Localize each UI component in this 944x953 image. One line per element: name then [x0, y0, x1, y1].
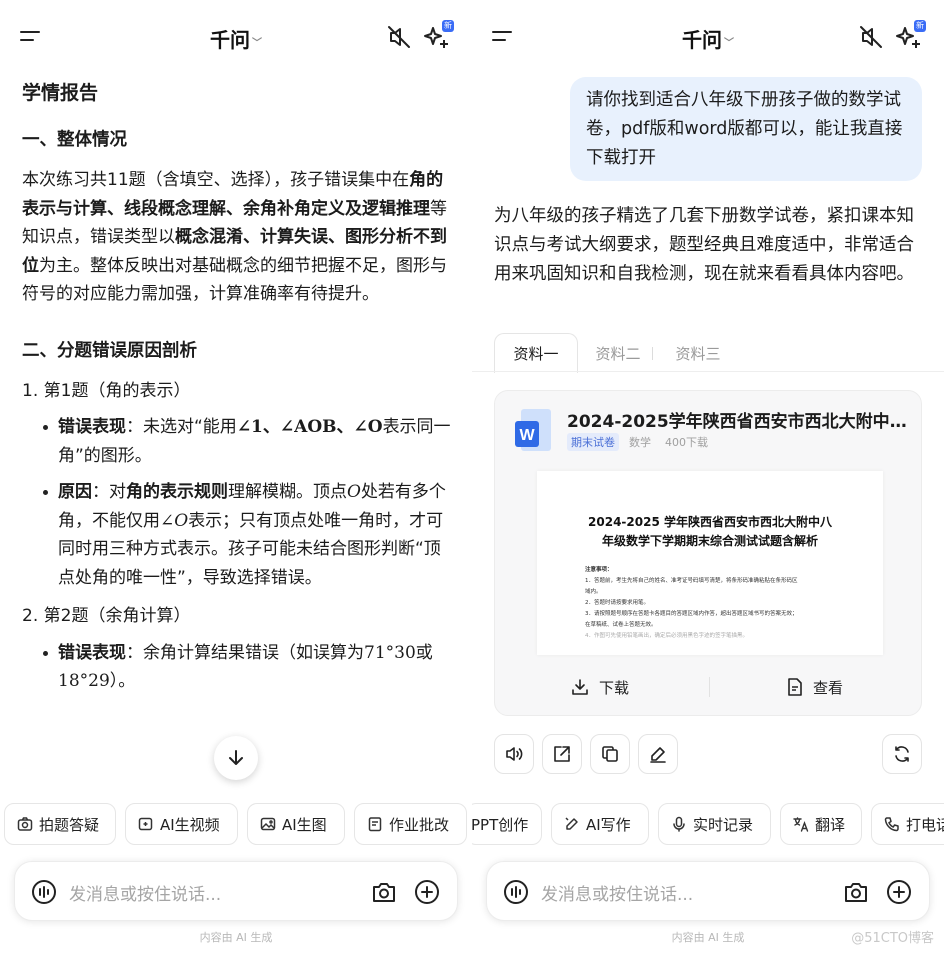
message-input[interactable]: 发消息或按住说话... — [541, 880, 693, 905]
list-item: 错误表现：未选对“能用∠1、∠AOB、∠O表示同一角”的图形。 — [40, 413, 452, 470]
ai-disclaimer: 内容由 AI 生成 — [199, 931, 273, 944]
quick-actions: 拍题答疑 AI生视频 AI生图 作业批改 — [0, 803, 472, 845]
preview-line: 2．答题时请按要求用笔。 — [585, 600, 650, 606]
camera-icon[interactable] — [371, 879, 397, 905]
document-meta: 期末试卷 数学 400下载 — [567, 433, 722, 451]
document-icon — [788, 678, 802, 696]
top-bar: 千问 ﹀ 新 — [472, 0, 944, 72]
list-item: 原因：对角的表示规则理解模糊。顶点O处若有多个角，不能仅用∠O表示；只有顶点处唯… — [40, 478, 452, 592]
chevron-down-icon: ﹀ — [724, 38, 734, 49]
question-title: 2. 第2题（余角计算） — [22, 606, 191, 626]
chip-realtime-record[interactable]: 实时记录 — [658, 803, 771, 845]
preview-line: 域内。 — [585, 589, 602, 595]
word-file-icon: W — [515, 409, 551, 451]
document-preview[interactable]: 2024-2025 学年陕西省西安市西北大附中八 年级数学下学期期末综合测试试题… — [537, 471, 883, 655]
camera-icon — [17, 817, 33, 831]
tab-resource-1[interactable]: 资料一 — [494, 333, 578, 373]
microphone-icon — [673, 816, 685, 832]
phone-icon — [884, 817, 899, 832]
new-chat-icon[interactable]: 新 — [422, 20, 454, 52]
left-screen: 千问 ﹀ 新 学情报告 一、整体情况 本次练习共11题（含填空、选择），孩子错误集… — [0, 0, 472, 953]
chip-phone-call[interactable]: 打电话 — [871, 803, 944, 845]
quick-actions: PPT创作 AI写作 实时记录 翻译 打电话 — [472, 803, 944, 845]
chip-ai-writing[interactable]: AI写作 — [551, 803, 649, 845]
chip-ai-image[interactable]: AI生图 — [247, 803, 345, 845]
list-item: 错误表现：余角计算结果错误（如误算为71°30或18°29）。 — [40, 639, 452, 696]
pencil-icon — [650, 747, 666, 763]
question-title: 1. 第1题（角的表示） — [22, 380, 191, 401]
chevron-down-icon: ﹀ — [252, 38, 262, 49]
section-heading: 二、分题错误原因剖析 — [22, 340, 197, 361]
plus-icon[interactable] — [886, 879, 912, 905]
document-title[interactable]: 2024-2025学年陕西省西安市西北大附中八年级数学下学期期末综合测试试题含解… — [567, 407, 907, 432]
translate-icon — [793, 817, 809, 832]
preview-line: 4．作图可先使用铅笔画出，确定后必须用黑色字迹的签字笔描黑。 — [585, 633, 749, 639]
question-points: 错误表现：余角计算结果错误（如误算为71°30或18°29）。 — [22, 639, 452, 696]
copy-icon — [602, 746, 618, 762]
message-input-bar[interactable]: 发消息或按住说话... — [14, 861, 458, 921]
edit-button[interactable] — [638, 734, 678, 774]
preview-line: 1．答题前，考生先将自己的姓名、准考证号码填写清楚，将条形码准确粘贴在条形码区 — [585, 578, 798, 584]
new-chat-icon[interactable]: 新 — [894, 20, 926, 52]
scroll-to-bottom-button[interactable] — [214, 736, 258, 780]
download-icon — [572, 679, 588, 695]
chip-photo-question[interactable]: 拍题答疑 — [4, 803, 116, 845]
svg-text:W: W — [519, 427, 535, 444]
share-button[interactable] — [542, 734, 582, 774]
voice-icon[interactable] — [31, 879, 57, 905]
overall-paragraph: 本次练习共11题（含填空、选择），孩子错误集中在角的表示与计算、线段概念理解、余… — [22, 170, 447, 304]
document-downloads: 400下载 — [665, 436, 708, 449]
tab-resource-3[interactable]: 资料三 — [672, 333, 724, 373]
new-badge: 新 — [442, 20, 454, 32]
document-subject: 数学 — [629, 436, 651, 449]
tab-divider — [472, 371, 944, 372]
question-points: 错误表现：未选对“能用∠1、∠AOB、∠O表示同一角”的图形。 原因：对角的表示… — [22, 413, 452, 592]
assistant-message: 为八年级的孩子精选了几套下册数学试卷，紧扣课本知识点与考试大纲要求，题型经典且难… — [494, 206, 914, 284]
speaker-mute-icon[interactable] — [858, 24, 884, 50]
preview-line: 注意事项： — [585, 567, 613, 573]
message-input-bar[interactable]: 发消息或按住说话... — [486, 861, 930, 921]
message-input[interactable]: 发消息或按住说话... — [69, 880, 221, 905]
document-actions: 下载 查看 — [495, 665, 921, 709]
image-icon — [260, 817, 276, 831]
view-button[interactable]: 查看 — [787, 665, 843, 709]
preview-line: 在草稿纸、试卷上答题无效。 — [585, 622, 657, 628]
chip-ppt-create[interactable]: PPT创作 — [472, 803, 542, 845]
resource-tabs: 资料一 资料二 资料三 — [494, 333, 944, 373]
camera-icon[interactable] — [843, 879, 869, 905]
read-aloud-button[interactable] — [494, 734, 534, 774]
learning-report: 学情报告 一、整体情况 本次练习共11题（含填空、选择），孩子错误集中在角的表示… — [22, 78, 452, 704]
video-plus-icon — [138, 817, 153, 831]
voice-icon[interactable] — [503, 879, 529, 905]
refresh-icon — [895, 746, 909, 762]
right-screen: 千问 ﹀ 新 请你找到适合八年级下册孩子做的数学试卷，pdf版和word版都可以，… — [472, 0, 944, 953]
tab-resource-2[interactable]: 资料二 — [592, 333, 644, 373]
preview-line: 3．请按照题号顺序在答题卡各题目的答题区域内作答，超出答题区域书写的答案无效； — [585, 611, 798, 617]
plus-icon[interactable] — [414, 879, 440, 905]
speaker-mute-icon[interactable] — [386, 24, 412, 50]
speaker-icon — [506, 747, 523, 761]
section-heading: 一、整体情况 — [22, 130, 127, 150]
preview-title: 年级数学下学期期末综合测试试题含解析 — [601, 534, 818, 548]
top-bar: 千问 ﹀ 新 — [0, 0, 472, 72]
watermark: @51CTO博客 — [851, 931, 934, 946]
copy-button[interactable] — [590, 734, 630, 774]
clipboard-icon — [368, 817, 382, 832]
share-icon — [554, 746, 570, 762]
document-card[interactable]: W 2024-2025学年陕西省西安市西北大附中八年级数学下学期期末综合测试试题… — [494, 390, 922, 716]
chip-ai-video[interactable]: AI生视频 — [125, 803, 238, 845]
download-button[interactable]: 下载 — [571, 665, 629, 709]
chip-translate[interactable]: 翻译 — [780, 803, 862, 845]
report-title: 学情报告 — [22, 82, 99, 104]
arrow-down-icon — [229, 750, 243, 765]
chip-homework-grading[interactable]: 作业批改 — [354, 803, 467, 845]
new-badge: 新 — [914, 20, 926, 32]
document-tag: 期末试卷 — [567, 433, 619, 451]
preview-title: 2024-2025 学年陕西省西安市西北大附中八 — [588, 515, 832, 529]
regenerate-button[interactable] — [882, 734, 922, 774]
user-message: 请你找到适合八年级下册孩子做的数学试卷，pdf版和word版都可以，能让我直接下… — [570, 77, 922, 181]
pen-icon — [565, 817, 578, 830]
